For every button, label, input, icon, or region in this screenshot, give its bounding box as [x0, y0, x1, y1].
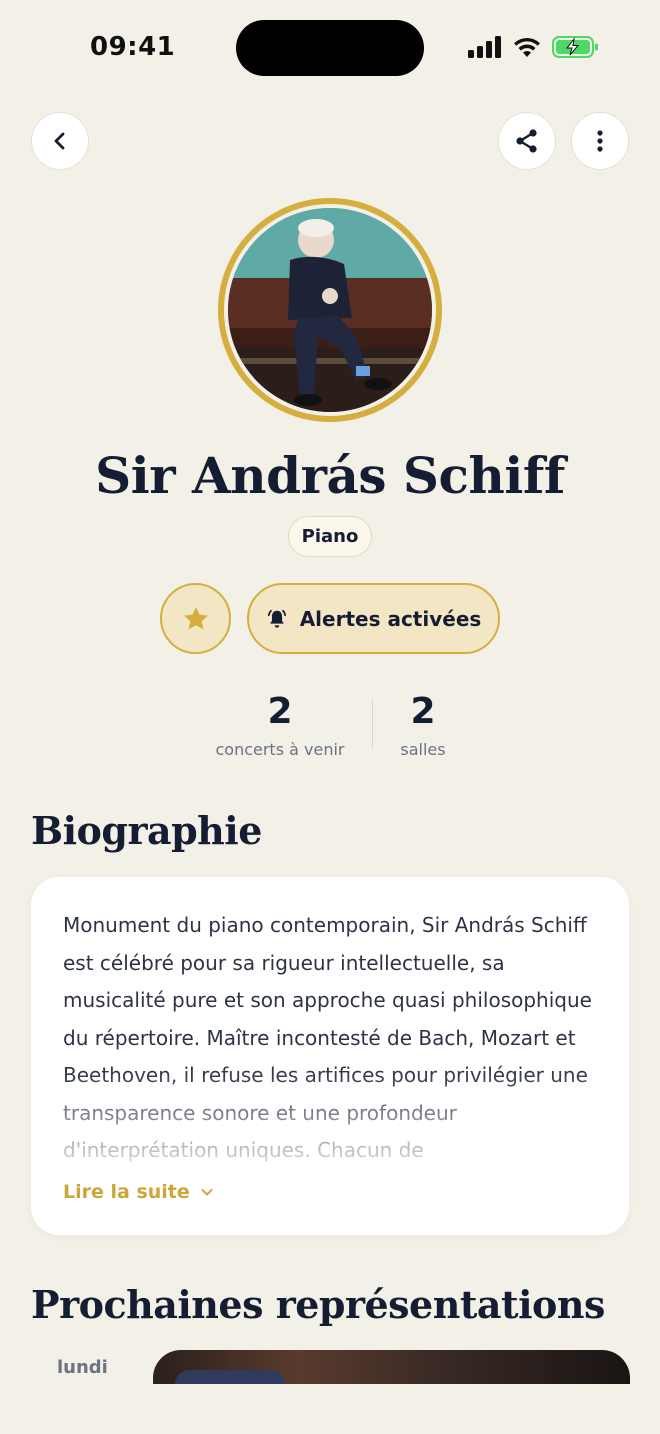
- stat-upcoming-concerts-value: 2: [267, 691, 293, 732]
- instrument-chip[interactable]: Piano: [288, 516, 372, 557]
- biography-card: Monument du piano contemporain, Sir Andr…: [31, 877, 629, 1235]
- stat-divider: [372, 700, 373, 748]
- biography-heading: Biographie: [31, 808, 262, 853]
- read-more-button[interactable]: Lire la suite: [63, 1181, 214, 1203]
- more-vertical-icon: [597, 130, 603, 152]
- star-icon: [183, 606, 208, 629]
- artist-name: Sir András Schiff: [95, 446, 565, 505]
- share-icon: [516, 129, 537, 153]
- wifi-icon: [514, 37, 540, 57]
- read-more-label: Lire la suite: [63, 1181, 190, 1203]
- event-card-badge: [175, 1370, 285, 1384]
- system-icons: [468, 35, 600, 59]
- artist-avatar: [228, 208, 432, 412]
- event-card[interactable]: [153, 1350, 630, 1384]
- chevron-left-icon: [54, 132, 65, 150]
- stat-upcoming-concerts: 2 concerts à venir: [200, 690, 360, 759]
- battery-charging-icon: [552, 36, 598, 58]
- status-bar: 09:41: [0, 0, 660, 96]
- event-day-label: lundi: [57, 1357, 108, 1378]
- bell-ringing-icon: [267, 609, 286, 628]
- stat-venues: 2 salles: [383, 690, 463, 759]
- back-button[interactable]: [31, 112, 89, 170]
- stat-upcoming-concerts-label: concerts à venir: [215, 740, 345, 759]
- stat-venues-value: 2: [410, 691, 436, 732]
- biography-text-wrap: Monument du piano contemporain, Sir Andr…: [63, 907, 603, 1169]
- status-time: 09:41: [90, 32, 176, 62]
- chevron-down-icon: [201, 1189, 213, 1196]
- cellular-signal-icon: [468, 36, 501, 58]
- alerts-label: Alertes activées: [299, 606, 482, 631]
- alerts-toggle-button[interactable]: Alertes activées: [247, 583, 500, 654]
- favorite-button[interactable]: [160, 583, 231, 654]
- stat-venues-label: salles: [400, 740, 446, 759]
- biography-text: Monument du piano contemporain, Sir Andr…: [63, 913, 592, 1162]
- artist-avatar-ring: [218, 198, 442, 422]
- share-button[interactable]: [498, 112, 556, 170]
- artist-photo: [228, 208, 432, 412]
- upcoming-heading: Prochaines représentations: [31, 1282, 605, 1327]
- dynamic-island: [236, 20, 424, 76]
- more-options-button[interactable]: [571, 112, 629, 170]
